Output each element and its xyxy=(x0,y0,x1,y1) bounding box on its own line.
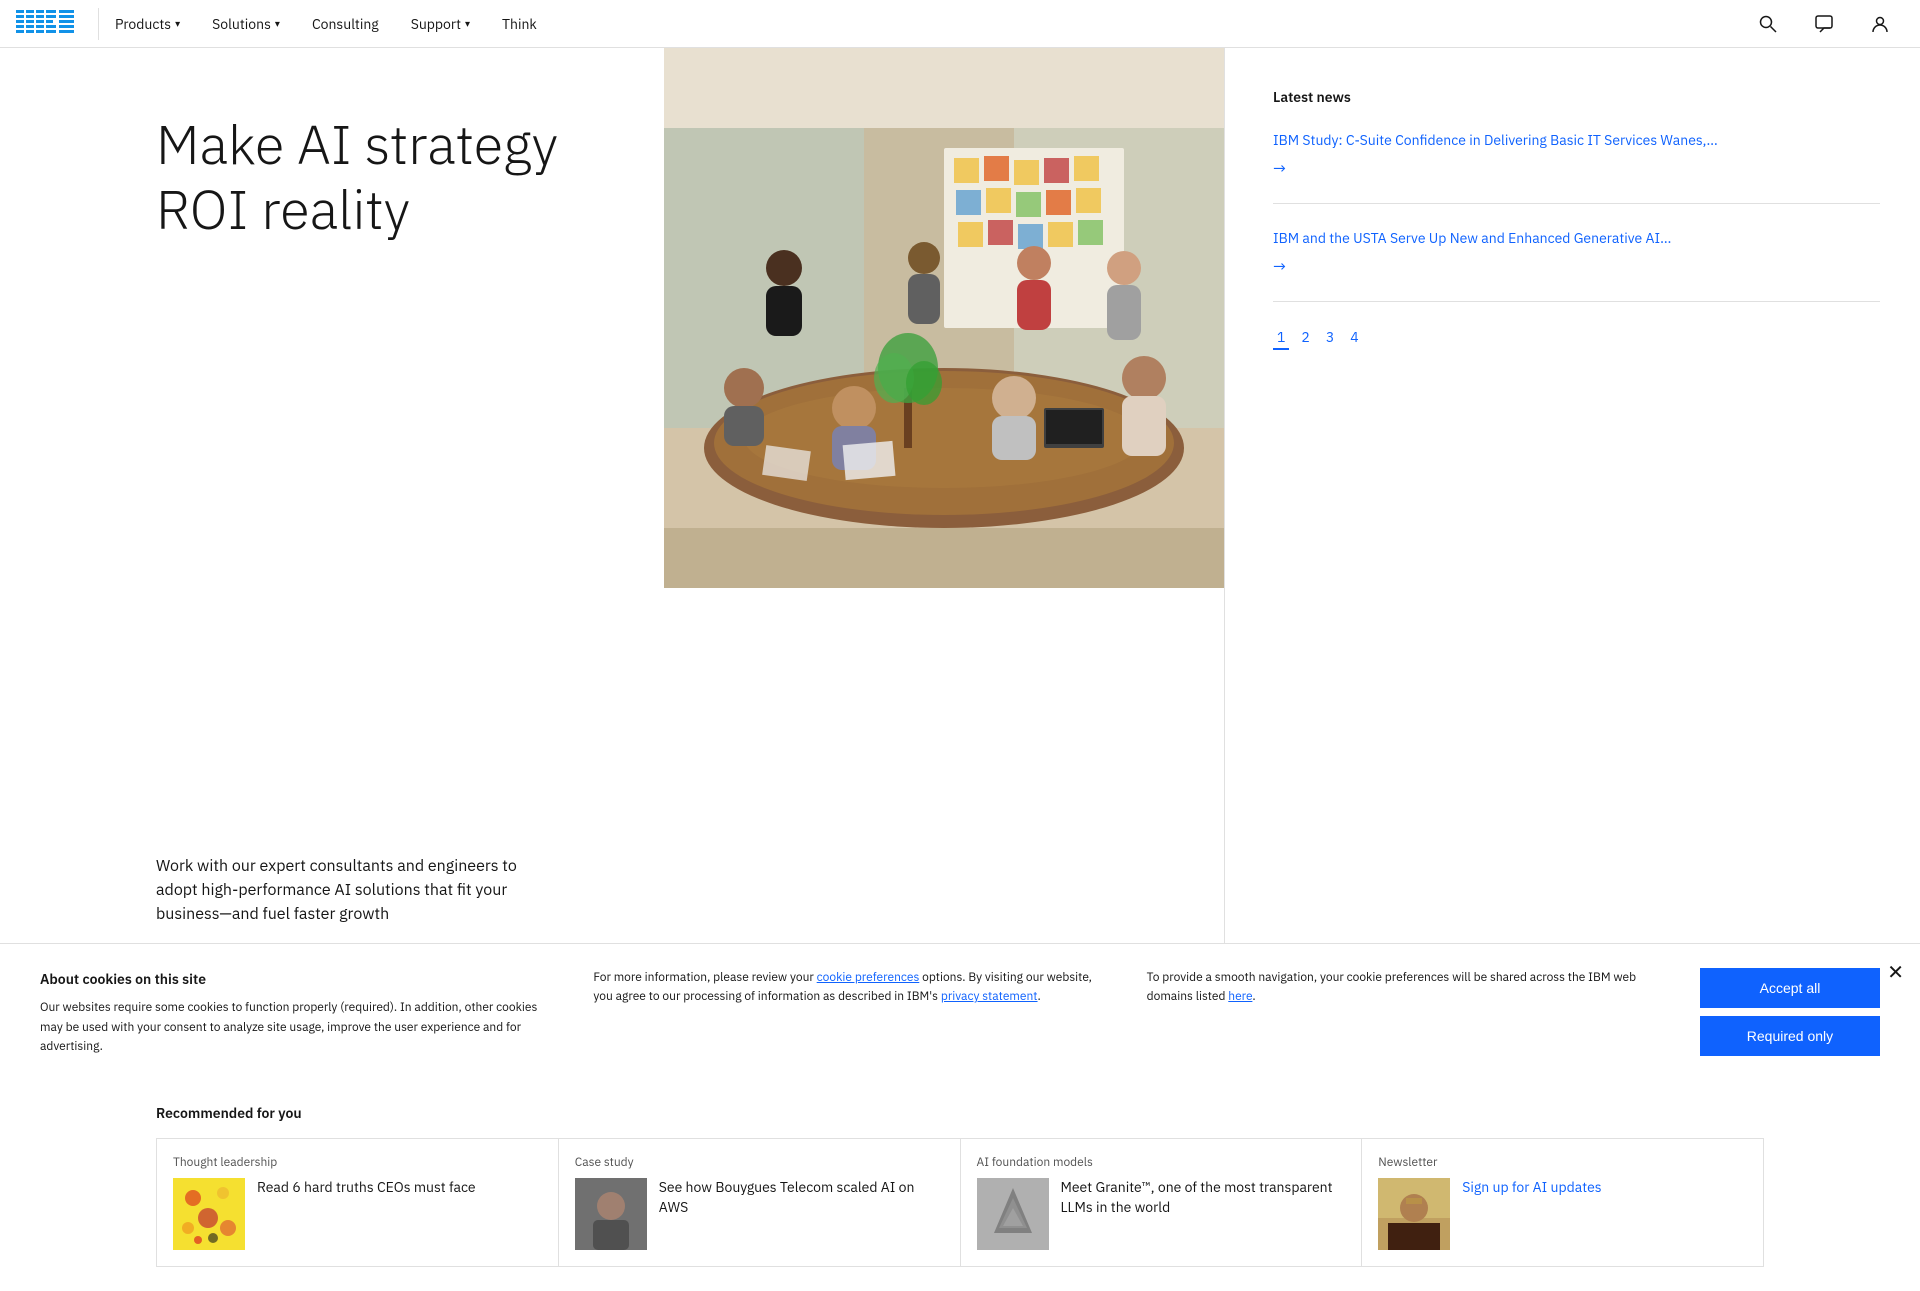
card-3-type: AI foundation models xyxy=(977,1155,1346,1170)
cookie-domains-link[interactable]: here xyxy=(1228,989,1252,1004)
card-3-body: Meet Granite™, one of the most transpare… xyxy=(977,1178,1346,1250)
news-pagination: 1 2 3 4 xyxy=(1273,326,1880,350)
page-1[interactable]: 1 xyxy=(1273,326,1289,350)
cookie-text-1: Our websites require some cookies to fun… xyxy=(40,998,553,1056)
ibm-logo[interactable] xyxy=(16,10,74,37)
cookie-buttons: Accept all Required only xyxy=(1700,968,1880,1056)
cookie-preferences-link[interactable]: cookie preferences xyxy=(817,970,920,985)
card-4-thumbnail xyxy=(1378,1178,1450,1250)
nav-item-solutions[interactable]: Solutions ▾ xyxy=(196,0,296,47)
page-4[interactable]: 4 xyxy=(1346,326,1362,350)
hero-image xyxy=(664,48,1224,1080)
cookie-title: About cookies on this site xyxy=(40,968,553,990)
chat-button[interactable] xyxy=(1800,0,1848,48)
chevron-down-icon: ▾ xyxy=(275,17,280,30)
hero-subtitle: Work with our expert consultants and eng… xyxy=(156,854,556,926)
card-2-thumbnail xyxy=(575,1178,647,1250)
required-only-button[interactable]: Required only xyxy=(1700,1016,1880,1056)
page-2[interactable]: 2 xyxy=(1297,326,1313,350)
cookie-col-3: To provide a smooth navigation, your coo… xyxy=(1147,968,1660,1006)
card-1-text: Read 6 hard truths CEOs must face xyxy=(257,1178,476,1250)
news-link-1[interactable]: IBM Study: C-Suite Confidence in Deliver… xyxy=(1273,130,1880,151)
hero-title: Make AI strategy ROI reality xyxy=(156,112,624,242)
nav-item-support[interactable]: Support ▾ xyxy=(395,0,486,47)
cookie-close-button[interactable]: ✕ xyxy=(1887,960,1904,985)
news-item-2: IBM and the USTA Serve Up New and Enhanc… xyxy=(1273,228,1880,302)
card-1-body: Read 6 hard truths CEOs must face xyxy=(173,1178,542,1250)
news-arrow-2[interactable]: → xyxy=(1273,257,1880,277)
card-3-text: Meet Granite™, one of the most transpare… xyxy=(1061,1178,1346,1250)
recommended-section: Recommended for you Thought leadership xyxy=(0,1080,1920,1291)
cookie-banner: ✕ About cookies on this site Our website… xyxy=(0,943,1920,1080)
card-2-body: See how Bouygues Telecom scaled AI on AW… xyxy=(575,1178,944,1250)
nav-item-think[interactable]: Think xyxy=(486,0,553,47)
main-content: Make AI strategy ROI reality Work with o… xyxy=(0,48,1920,1080)
recommended-label: Recommended for you xyxy=(156,1104,1764,1122)
card-1[interactable]: Thought leadership Read 6 hard truths CE… xyxy=(157,1139,559,1266)
news-item-1: IBM Study: C-Suite Confidence in Deliver… xyxy=(1273,130,1880,204)
cookie-col-1: About cookies on this site Our websites … xyxy=(40,968,553,1056)
news-arrow-1[interactable]: → xyxy=(1273,159,1880,179)
chevron-down-icon: ▾ xyxy=(465,17,470,30)
card-3[interactable]: AI foundation models Meet Granite™, one … xyxy=(961,1139,1363,1266)
card-2[interactable]: Case study See how Bouygues Telecom scal… xyxy=(559,1139,961,1266)
chevron-down-icon: ▾ xyxy=(175,17,180,30)
accept-all-button[interactable]: Accept all xyxy=(1700,968,1880,1008)
card-4[interactable]: Newsletter Sign up for AI updates xyxy=(1362,1139,1763,1266)
card-1-type: Thought leadership xyxy=(173,1155,542,1170)
hero-left: Make AI strategy ROI reality Work with o… xyxy=(0,48,664,1080)
privacy-statement-link[interactable]: privacy statement xyxy=(941,989,1038,1004)
card-1-thumbnail xyxy=(173,1178,245,1250)
card-3-thumbnail xyxy=(977,1178,1049,1250)
cookie-text-2-after: . xyxy=(1038,989,1041,1004)
cookie-col-2: For more information, please review your… xyxy=(593,968,1106,1006)
search-button[interactable] xyxy=(1744,0,1792,48)
card-2-text: See how Bouygues Telecom scaled AI on AW… xyxy=(659,1178,944,1250)
user-button[interactable] xyxy=(1856,0,1904,48)
cookie-text-3: To provide a smooth navigation, your coo… xyxy=(1147,970,1636,1004)
cookie-text-2-before: For more information, please review your xyxy=(593,970,816,985)
nav-icons xyxy=(1744,0,1920,48)
main-nav: Products ▾ Solutions ▾ Consulting Suppor… xyxy=(0,0,1920,48)
nav-items: Products ▾ Solutions ▾ Consulting Suppor… xyxy=(99,0,553,47)
card-4-text: Sign up for AI updates xyxy=(1462,1178,1601,1250)
nav-item-consulting[interactable]: Consulting xyxy=(296,0,395,47)
latest-news-title: Latest news xyxy=(1273,88,1880,106)
card-2-type: Case study xyxy=(575,1155,944,1170)
cookie-text-3-after: . xyxy=(1252,989,1255,1004)
hero-right: Latest news IBM Study: C-Suite Confidenc… xyxy=(1224,48,1920,1080)
page-3[interactable]: 3 xyxy=(1322,326,1338,350)
card-4-type: Newsletter xyxy=(1378,1155,1747,1170)
cards-row: Thought leadership Read 6 hard truths CE… xyxy=(156,1138,1764,1267)
news-link-2[interactable]: IBM and the USTA Serve Up New and Enhanc… xyxy=(1273,228,1880,249)
card-4-body: Sign up for AI updates xyxy=(1378,1178,1747,1250)
nav-item-products[interactable]: Products ▾ xyxy=(99,0,196,47)
